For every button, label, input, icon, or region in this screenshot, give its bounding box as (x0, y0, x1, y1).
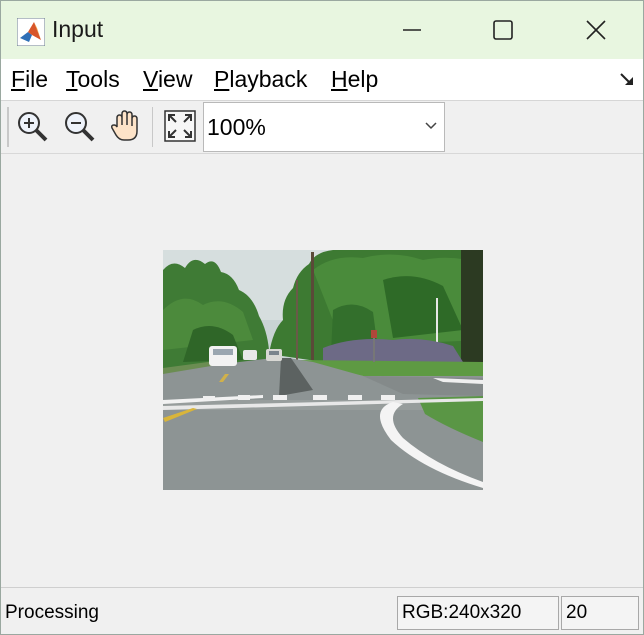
fit-to-view-icon[interactable] (163, 109, 197, 143)
menu-help[interactable]: Help (331, 66, 378, 93)
minimize-button[interactable] (389, 7, 435, 53)
video-frame (163, 250, 483, 490)
frame-format-field: RGB:240x320 (397, 596, 559, 630)
close-icon (586, 20, 606, 40)
frame-format-text: RGB:240x320 (402, 602, 522, 623)
toolbar-separator (152, 107, 153, 147)
undock-arrow-icon[interactable] (619, 71, 635, 87)
menu-bar: File Tools View Playback Help (1, 59, 643, 101)
zoom-in-icon[interactable] (15, 109, 49, 143)
zoom-out-icon[interactable] (62, 109, 96, 143)
menu-playback[interactable]: Playback (214, 66, 307, 93)
window-title: Input (52, 16, 104, 42)
menu-tools[interactable]: Tools (66, 66, 120, 93)
maximize-button[interactable] (480, 7, 526, 53)
menu-file[interactable]: File (11, 66, 48, 93)
zoom-level-select[interactable]: 100% (203, 102, 445, 152)
frame-number-text: 20 (566, 602, 588, 623)
zoom-level-value: 100% (207, 114, 266, 140)
player-window: Input File Tools View Playback Help 100%… (0, 0, 644, 635)
maximize-icon (493, 20, 513, 40)
video-display-area (1, 154, 643, 586)
toolbar: 100% (1, 101, 643, 154)
title-bar[interactable]: Input (1, 1, 643, 59)
frame-number-field: 20 (561, 596, 639, 630)
close-button[interactable] (573, 7, 619, 53)
minimize-icon (403, 29, 421, 31)
status-bar: Processing RGB:240x320 20 (1, 587, 643, 634)
chevron-down-icon (425, 122, 437, 130)
matlab-app-icon (17, 18, 45, 46)
pan-hand-icon[interactable] (109, 109, 143, 143)
menu-view[interactable]: View (143, 66, 192, 93)
toolbar-grip (7, 107, 9, 147)
status-text: Processing (5, 602, 99, 623)
